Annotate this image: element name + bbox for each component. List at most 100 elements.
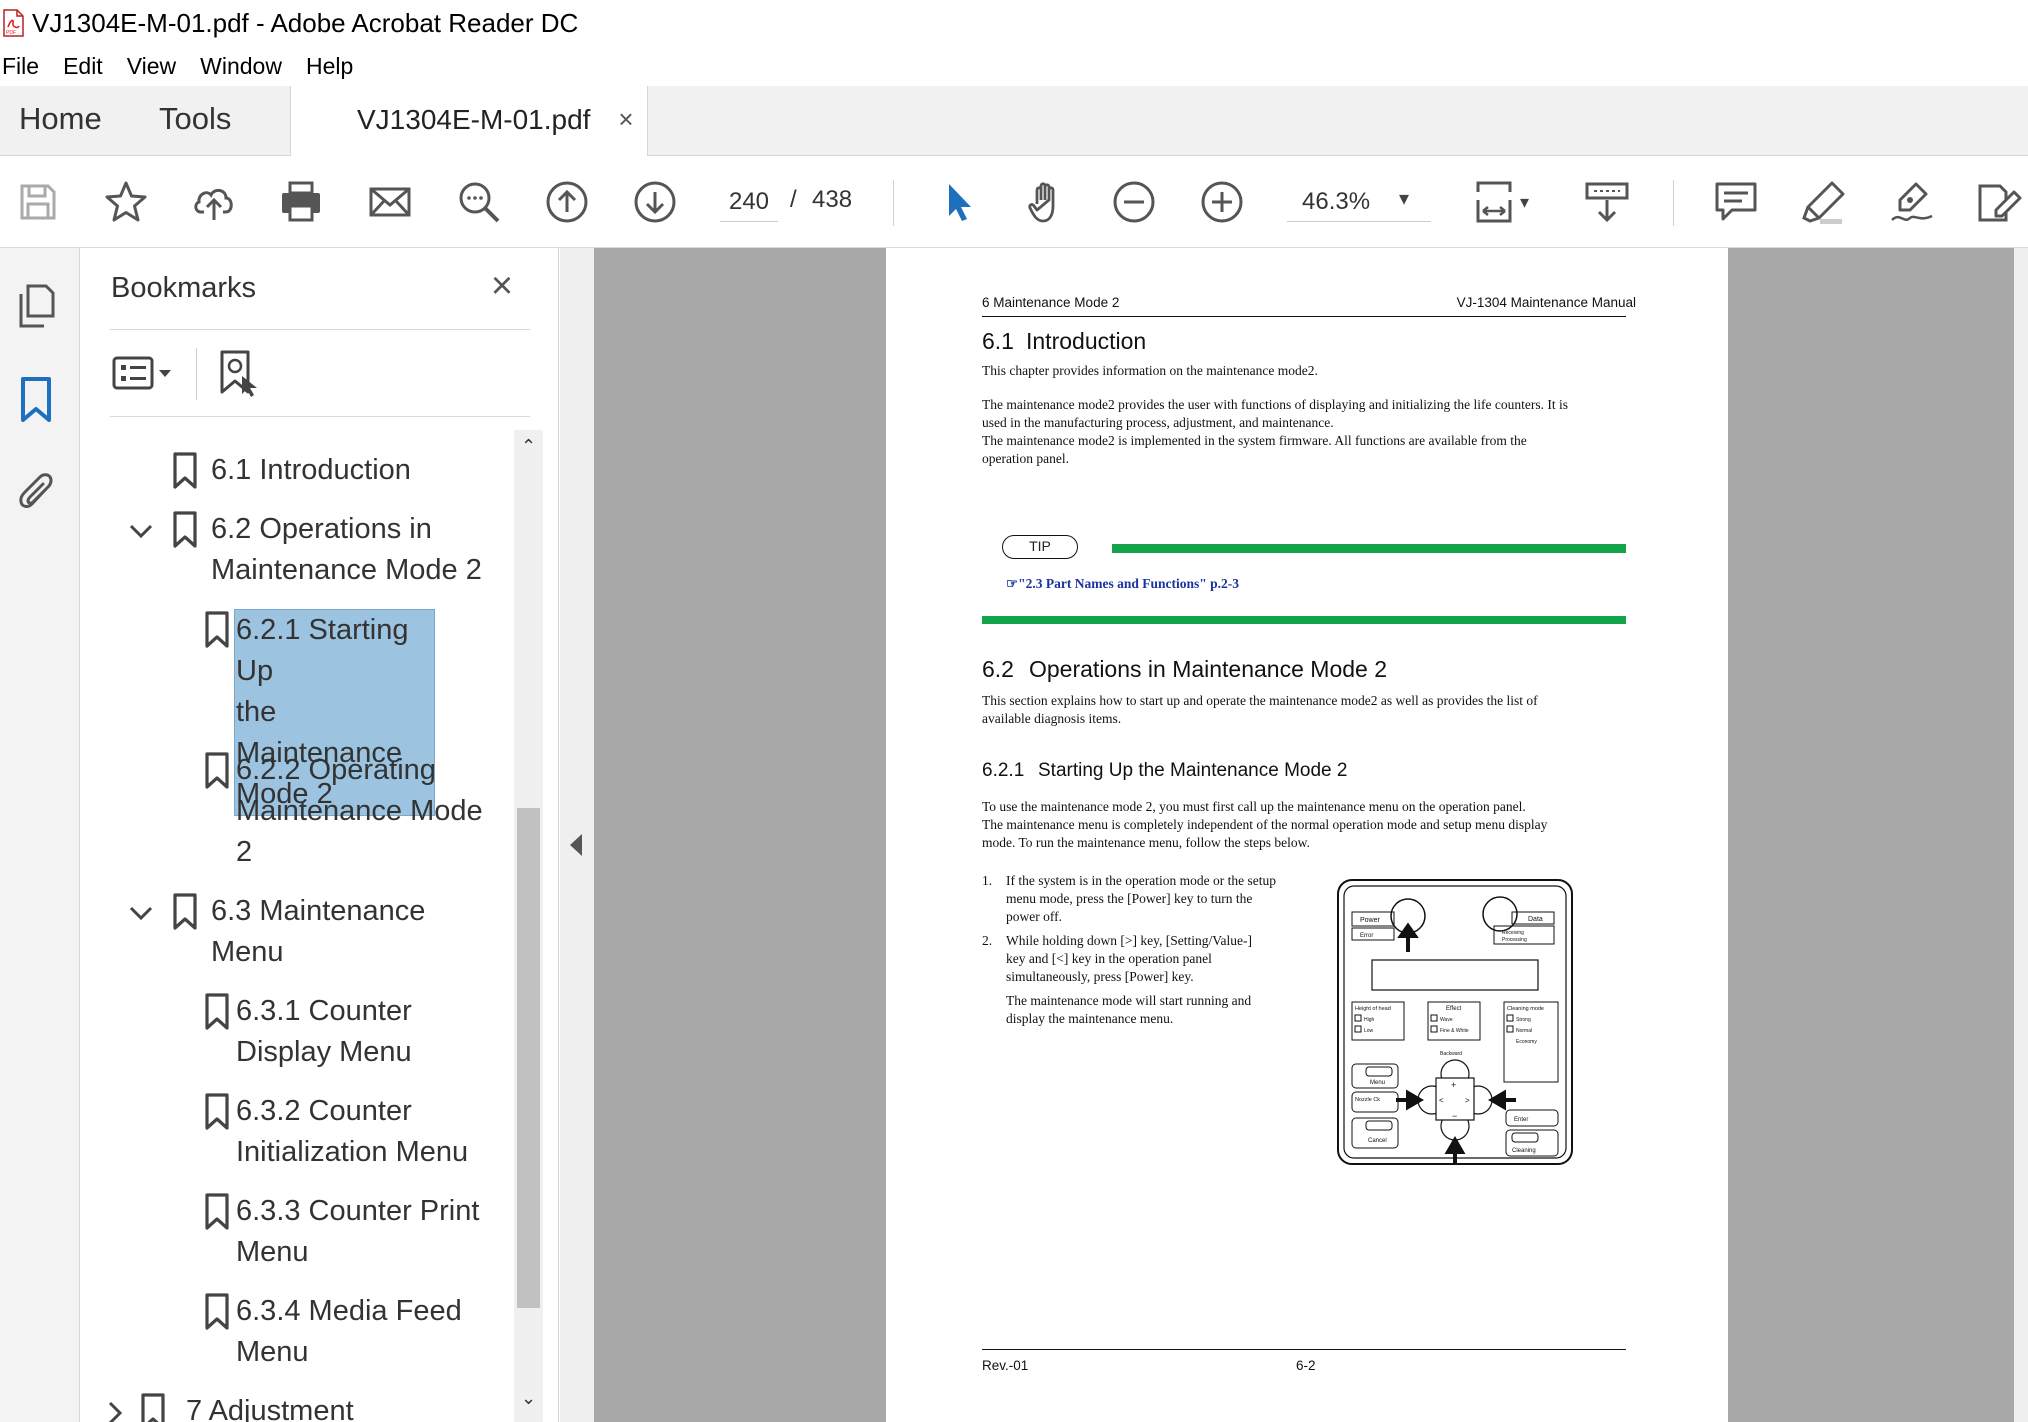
bookmark-label-line: Menu bbox=[236, 1236, 309, 1268]
paragraph-line: This section explains how to start up an… bbox=[982, 693, 1538, 708]
pages-icon[interactable] bbox=[12, 280, 60, 332]
bookmark-item[interactable]: 6.3.3 Counter Print Menu bbox=[80, 1191, 512, 1273]
diagram-label-effect: Effect bbox=[1446, 1006, 1462, 1012]
menu-file[interactable]: File bbox=[2, 53, 51, 80]
page-up-icon[interactable] bbox=[543, 178, 591, 226]
document-viewport[interactable]: 6 Maintenance Mode 2 VJ-1304 Maintenance… bbox=[560, 248, 2028, 1422]
chevron-down-icon: ▾ bbox=[1399, 188, 1410, 210]
bookmark-item[interactable]: 7 Adjustment bbox=[80, 1391, 512, 1422]
page-down-icon[interactable] bbox=[631, 178, 679, 226]
tip-bar bbox=[1112, 544, 1626, 553]
bookmark-item[interactable]: 6.3.4 Media Feed Menu bbox=[80, 1291, 512, 1373]
paragraph-line: mode. To run the maintenance menu, follo… bbox=[982, 835, 1310, 850]
print-icon[interactable] bbox=[277, 178, 325, 226]
bookmark-label: 6.2 Operations in Maintenance Mode 2 bbox=[211, 509, 482, 591]
svg-text:PDF: PDF bbox=[6, 30, 16, 36]
zoom-out-icon[interactable] bbox=[1110, 178, 1158, 226]
bookmark-label: 6.3.1 Counter Display Menu bbox=[236, 991, 412, 1073]
scrollbar-thumb[interactable] bbox=[517, 808, 540, 1308]
diagram-label-data: Data bbox=[1528, 916, 1543, 923]
bookmark-item[interactable]: 6.3.2 Counter Initialization Menu bbox=[80, 1091, 512, 1173]
step-note-line: display the maintenance menu. bbox=[1006, 1011, 1174, 1026]
bookmark-label: 6.3.2 Counter Initialization Menu bbox=[236, 1091, 468, 1173]
navigation-rail bbox=[0, 248, 80, 1422]
paragraph-line: The maintenance menu is completely indep… bbox=[982, 817, 1548, 832]
bookmark-item[interactable]: 6.2.1 Starting Up the Maintenance Mode 2 bbox=[80, 609, 512, 816]
bookmark-item[interactable]: 6.3 Maintenance Menu bbox=[80, 891, 512, 973]
menu-edit[interactable]: Edit bbox=[63, 53, 115, 80]
document-scrollbar[interactable] bbox=[2014, 248, 2028, 1422]
bookmark-label-line: Menu bbox=[236, 1336, 309, 1368]
fit-page-icon[interactable] bbox=[1473, 178, 1521, 226]
zoom-search-icon[interactable] bbox=[455, 178, 503, 226]
bookmark-label: 6.3.4 Media Feed Menu bbox=[236, 1291, 462, 1373]
mail-icon[interactable] bbox=[366, 178, 414, 226]
new-bookmark-icon[interactable] bbox=[214, 348, 262, 400]
tab-document[interactable]: VJ1304E-M-01.pdf × bbox=[290, 86, 648, 157]
star-icon[interactable] bbox=[102, 178, 150, 226]
bookmark-label-line: Menu bbox=[211, 936, 284, 968]
page-separator: / bbox=[790, 186, 797, 213]
menu-view[interactable]: View bbox=[127, 53, 188, 80]
chevron-down-icon[interactable] bbox=[128, 900, 154, 926]
close-panel-icon[interactable]: × bbox=[484, 267, 520, 305]
scroll-mode-icon[interactable] bbox=[1583, 178, 1631, 226]
diagram-label-cleaning-mode: Cleaning mode bbox=[1507, 1006, 1544, 1012]
upload-icon[interactable] bbox=[190, 178, 238, 226]
hand-icon[interactable] bbox=[1022, 178, 1070, 226]
edit-pdf-icon[interactable] bbox=[1974, 178, 2022, 226]
diagram-label-receiving: Receiving bbox=[1502, 930, 1524, 936]
bookmark-item[interactable]: 6.2.2 Operating Maintenance Mode 2 bbox=[80, 750, 512, 873]
bookmark-item[interactable]: 6.2 Operations in Maintenance Mode 2 bbox=[80, 509, 512, 591]
toolbar-divider bbox=[893, 180, 894, 226]
highlight-icon[interactable] bbox=[1800, 178, 1848, 226]
bookmark-item[interactable]: 6.1 Introduction bbox=[80, 450, 512, 491]
zoom-in-icon[interactable] bbox=[1198, 178, 1246, 226]
section-title: Operations in Maintenance Mode 2 bbox=[1029, 656, 1387, 682]
comment-icon[interactable] bbox=[1712, 178, 1760, 226]
zoom-select[interactable]: 46.3% ▾ bbox=[1287, 182, 1431, 222]
tip-reference-link[interactable]: ☞"2.3 Part Names and Functions" p.2-3 bbox=[1006, 576, 1239, 592]
step-line: power off. bbox=[1006, 909, 1062, 924]
bookmark-icon[interactable] bbox=[12, 374, 60, 426]
menu-help[interactable]: Help bbox=[306, 53, 365, 80]
bookmark-label-line: Maintenance Mode 2 bbox=[211, 554, 482, 586]
attachment-icon[interactable] bbox=[12, 468, 60, 520]
step-line: While holding down [>] key, [Setting/Val… bbox=[1006, 933, 1252, 948]
scroll-up-icon[interactable]: ⌃ bbox=[514, 436, 543, 460]
select-arrow-icon[interactable] bbox=[935, 178, 983, 226]
tab-tools[interactable]: Tools bbox=[159, 86, 231, 156]
toolbar-divider bbox=[1673, 180, 1674, 226]
svg-text:>: > bbox=[1465, 1096, 1470, 1105]
bookmark-item[interactable]: 6.3.1 Counter Display Menu bbox=[80, 991, 512, 1073]
page-number-input[interactable]: 240 bbox=[720, 182, 778, 222]
bookmark-icon bbox=[205, 1293, 229, 1330]
chevron-right-icon[interactable] bbox=[102, 1400, 128, 1422]
page-footer-number: 6-2 bbox=[1296, 1358, 1316, 1373]
sign-icon[interactable] bbox=[1888, 178, 1936, 226]
close-tab-icon[interactable]: × bbox=[613, 106, 639, 132]
save-icon[interactable] bbox=[14, 178, 62, 226]
bookmark-label-line: 2 bbox=[236, 836, 253, 868]
step-line: menu mode, press the [Power] key to turn… bbox=[1006, 891, 1253, 906]
step-number: 1. bbox=[982, 873, 993, 888]
step-line: If the system is in the operation mode o… bbox=[1006, 873, 1276, 888]
toolbar: 240 / 438 46.3% ▾ ▾ bbox=[0, 156, 2028, 248]
chevron-down-icon[interactable]: ▾ bbox=[1520, 192, 1529, 213]
svg-text:<: < bbox=[1439, 1096, 1444, 1105]
menu-window[interactable]: Window bbox=[200, 53, 294, 80]
step-note-line: The maintenance mode will start running … bbox=[1006, 993, 1252, 1008]
panel-collapse-strip[interactable] bbox=[560, 248, 594, 1422]
tab-home[interactable]: Home bbox=[19, 86, 102, 156]
bookmark-options-button[interactable] bbox=[112, 352, 174, 396]
bookmark-label-line: 6.3 Maintenance bbox=[211, 895, 426, 927]
diagram-label-enter: Enter bbox=[1514, 1117, 1528, 1123]
bookmark-icon bbox=[205, 993, 229, 1030]
diagram-label-cleaning: Cleaning bbox=[1512, 1148, 1536, 1154]
chevron-down-icon[interactable] bbox=[128, 518, 154, 544]
scroll-down-icon[interactable]: ⌄ bbox=[514, 1388, 543, 1412]
diagram-label-normal: Normal bbox=[1516, 1028, 1532, 1034]
step-line: key and [<] key in the operation panel bbox=[1006, 951, 1212, 966]
bookmark-label-line: 7 Adjustment bbox=[186, 1395, 354, 1422]
collapse-panel-icon[interactable] bbox=[570, 834, 582, 856]
